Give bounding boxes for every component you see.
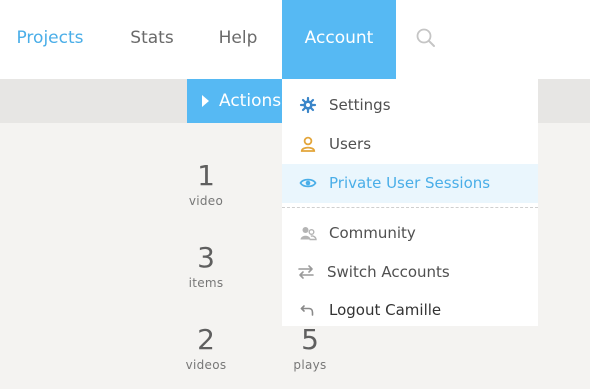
nav-stats[interactable]: Stats <box>118 0 186 79</box>
stat-unit: videos <box>185 358 227 372</box>
menu-item-label: Community <box>329 224 416 242</box>
nav-projects[interactable]: Projects <box>0 0 100 79</box>
menu-item-logout[interactable]: Logout Camille <box>282 291 538 330</box>
stat-plays: 5 plays <box>270 324 350 373</box>
stat-number: 3 <box>197 241 215 274</box>
nav-account[interactable]: Account <box>282 0 396 79</box>
stat-unit: plays <box>293 358 327 372</box>
eye-icon <box>299 178 317 188</box>
search-button[interactable] <box>410 0 440 79</box>
menu-item-label: Settings <box>329 96 391 114</box>
stat-number: 1 <box>197 159 215 192</box>
caret-right-icon <box>202 95 209 107</box>
menu-item-users[interactable]: Users <box>282 125 538 164</box>
menu-item-label: Private User Sessions <box>329 174 491 192</box>
menu-divider <box>282 207 538 208</box>
swap-icon <box>298 265 314 279</box>
menu-item-settings[interactable]: Settings <box>282 86 538 125</box>
menu-item-community[interactable]: Community <box>282 214 538 253</box>
stat-items: 3 items <box>166 241 246 291</box>
user-icon <box>300 136 316 152</box>
stat-number: 2 <box>197 323 215 356</box>
actions-label: Actions <box>219 91 282 111</box>
top-navigation: Projects Stats Help Account <box>0 0 590 79</box>
menu-item-private-user-sessions[interactable]: Private User Sessions <box>282 164 538 203</box>
stat-videos-2: 2 videos <box>166 323 246 373</box>
account-dropdown-menu: Settings Users Private User Sessions Com… <box>282 79 538 326</box>
actions-button[interactable]: Actions <box>187 79 283 123</box>
stat-videos: 1 video <box>166 159 246 209</box>
logout-icon <box>300 305 314 316</box>
nav-help[interactable]: Help <box>206 0 270 79</box>
menu-item-label: Logout Camille <box>329 301 442 319</box>
menu-item-label: Switch Accounts <box>327 263 450 281</box>
search-icon <box>416 28 435 47</box>
stat-unit: video <box>188 194 224 208</box>
stat-unit: items <box>188 276 224 290</box>
menu-item-label: Users <box>329 135 372 153</box>
community-icon <box>300 227 317 241</box>
gear-icon <box>299 96 317 114</box>
menu-item-switch-accounts[interactable]: Switch Accounts <box>282 253 538 292</box>
